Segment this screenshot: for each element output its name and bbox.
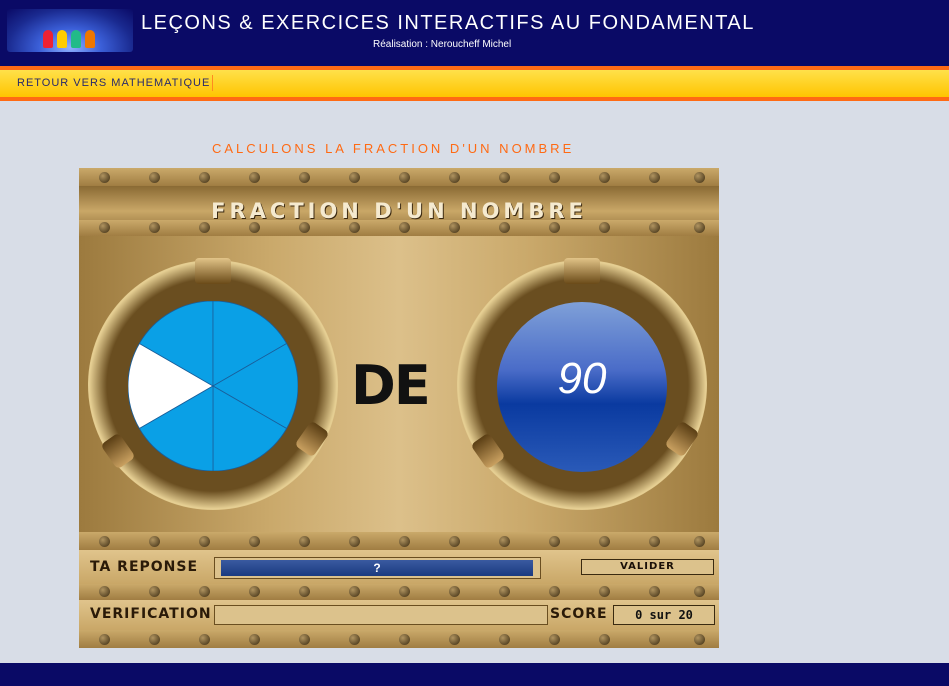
rivet-row xyxy=(79,584,719,600)
site-header: LEÇONS & EXERCICES INTERACTIFS AU FONDAM… xyxy=(0,0,949,66)
verification-field xyxy=(214,605,548,625)
site-footer xyxy=(0,663,949,686)
fraction-pie xyxy=(128,301,298,471)
logo-figure xyxy=(43,30,53,48)
site-logo[interactable] xyxy=(7,9,133,52)
logo-figure xyxy=(57,30,67,48)
score-label: SCORE xyxy=(550,606,608,622)
answer-label: TA REPONSE xyxy=(90,559,199,575)
hinge-icon xyxy=(195,258,231,284)
nav-separator xyxy=(212,75,213,91)
divider xyxy=(0,97,949,101)
page-heading: CALCULONS LA FRACTION D'UN NOMBRE xyxy=(212,141,575,156)
rivet-row xyxy=(79,220,719,236)
rivet-row xyxy=(79,534,719,550)
hinge-icon xyxy=(564,258,600,284)
logo-figure xyxy=(85,30,95,48)
site-subtitle: Réalisation : Neroucheff Michel xyxy=(373,39,512,50)
verification-label: VERIFICATION xyxy=(90,606,212,622)
connector-word: DE xyxy=(351,354,431,417)
rivet-row xyxy=(79,170,719,186)
answer-input[interactable]: ? xyxy=(221,560,533,576)
validate-button[interactable]: VALIDER xyxy=(581,559,714,575)
back-to-math-link[interactable]: RETOUR VERS MATHEMATIQUE xyxy=(17,77,210,89)
fraction-game[interactable]: FRACTION D'UN NOMBRE DE 90 TA REPONSE ? … xyxy=(79,168,719,648)
answer-field-frame: ? xyxy=(214,557,541,579)
logo-figure xyxy=(71,30,81,48)
rivet-row xyxy=(79,632,719,648)
number-value: 90 xyxy=(557,354,607,403)
site-title: LEÇONS & EXERCICES INTERACTIFS AU FONDAM… xyxy=(141,12,755,34)
score-value: 0 sur 20 xyxy=(613,605,715,625)
